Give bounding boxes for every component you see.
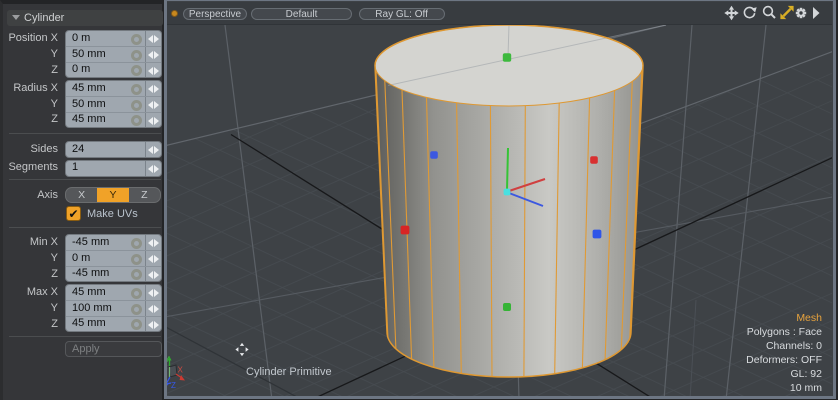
svg-text:Z: Z — [171, 381, 176, 390]
svg-text:X: X — [178, 366, 184, 375]
